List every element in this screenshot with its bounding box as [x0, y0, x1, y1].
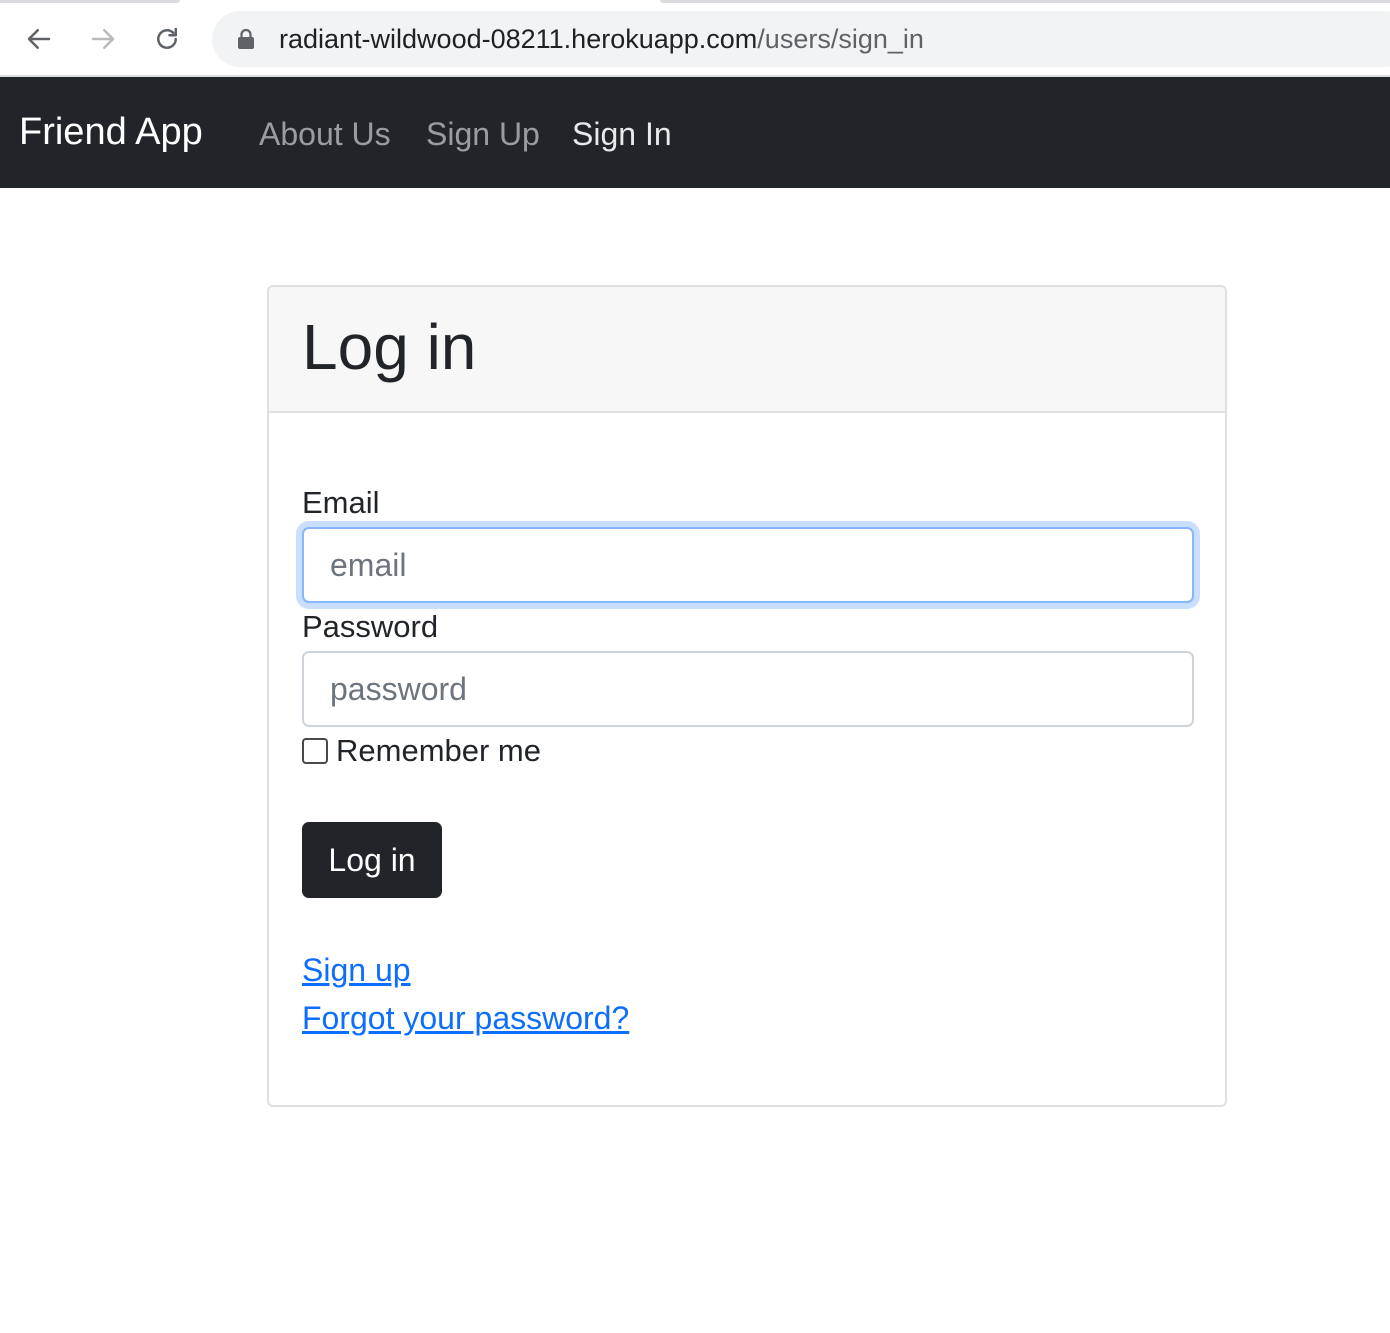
- card-header: Log in: [269, 287, 1225, 413]
- reload-button[interactable]: [144, 16, 190, 62]
- remember-me-label[interactable]: Remember me: [336, 733, 541, 769]
- forgot-password-link[interactable]: Forgot your password?: [302, 999, 629, 1037]
- navbar-brand[interactable]: Friend App: [19, 110, 203, 154]
- sign-up-link[interactable]: Sign up: [302, 951, 411, 989]
- page-title: Log in: [302, 311, 477, 383]
- email-label: Email: [302, 485, 380, 520]
- email-field[interactable]: [302, 527, 1194, 603]
- back-arrow-icon: [27, 29, 51, 49]
- back-button[interactable]: [16, 16, 62, 62]
- lock-icon: [238, 28, 254, 49]
- remember-me-checkbox[interactable]: [302, 738, 328, 764]
- password-field[interactable]: [302, 651, 1194, 727]
- password-label: Password: [302, 609, 439, 644]
- url-text[interactable]: radiant-wildwood-08211.herokuapp.com/use…: [279, 24, 924, 54]
- browser-tab-edge: [0, 0, 180, 3]
- app-navbar: Friend App About Us Sign Up Sign In: [0, 77, 1390, 188]
- reload-icon: [157, 27, 177, 49]
- forward-button[interactable]: [80, 16, 126, 62]
- forward-arrow-icon: [91, 29, 115, 49]
- browser-toolbar: radiant-wildwood-08211.herokuapp.com/use…: [0, 0, 1390, 77]
- url-path: /users/sign_in: [757, 24, 924, 54]
- nav-link-about-us[interactable]: About Us: [259, 114, 391, 154]
- browser-tab-edge: [660, 0, 1390, 3]
- login-card: Log in Email Password Remember me Log in…: [267, 285, 1227, 1107]
- log-in-button[interactable]: Log in: [302, 822, 442, 898]
- nav-link-sign-in[interactable]: Sign In: [572, 114, 672, 154]
- address-bar[interactable]: radiant-wildwood-08211.herokuapp.com/use…: [212, 11, 1390, 67]
- url-host: radiant-wildwood-08211.herokuapp.com: [279, 24, 758, 54]
- remember-me-row: Remember me: [302, 733, 541, 769]
- nav-link-sign-up[interactable]: Sign Up: [426, 114, 540, 154]
